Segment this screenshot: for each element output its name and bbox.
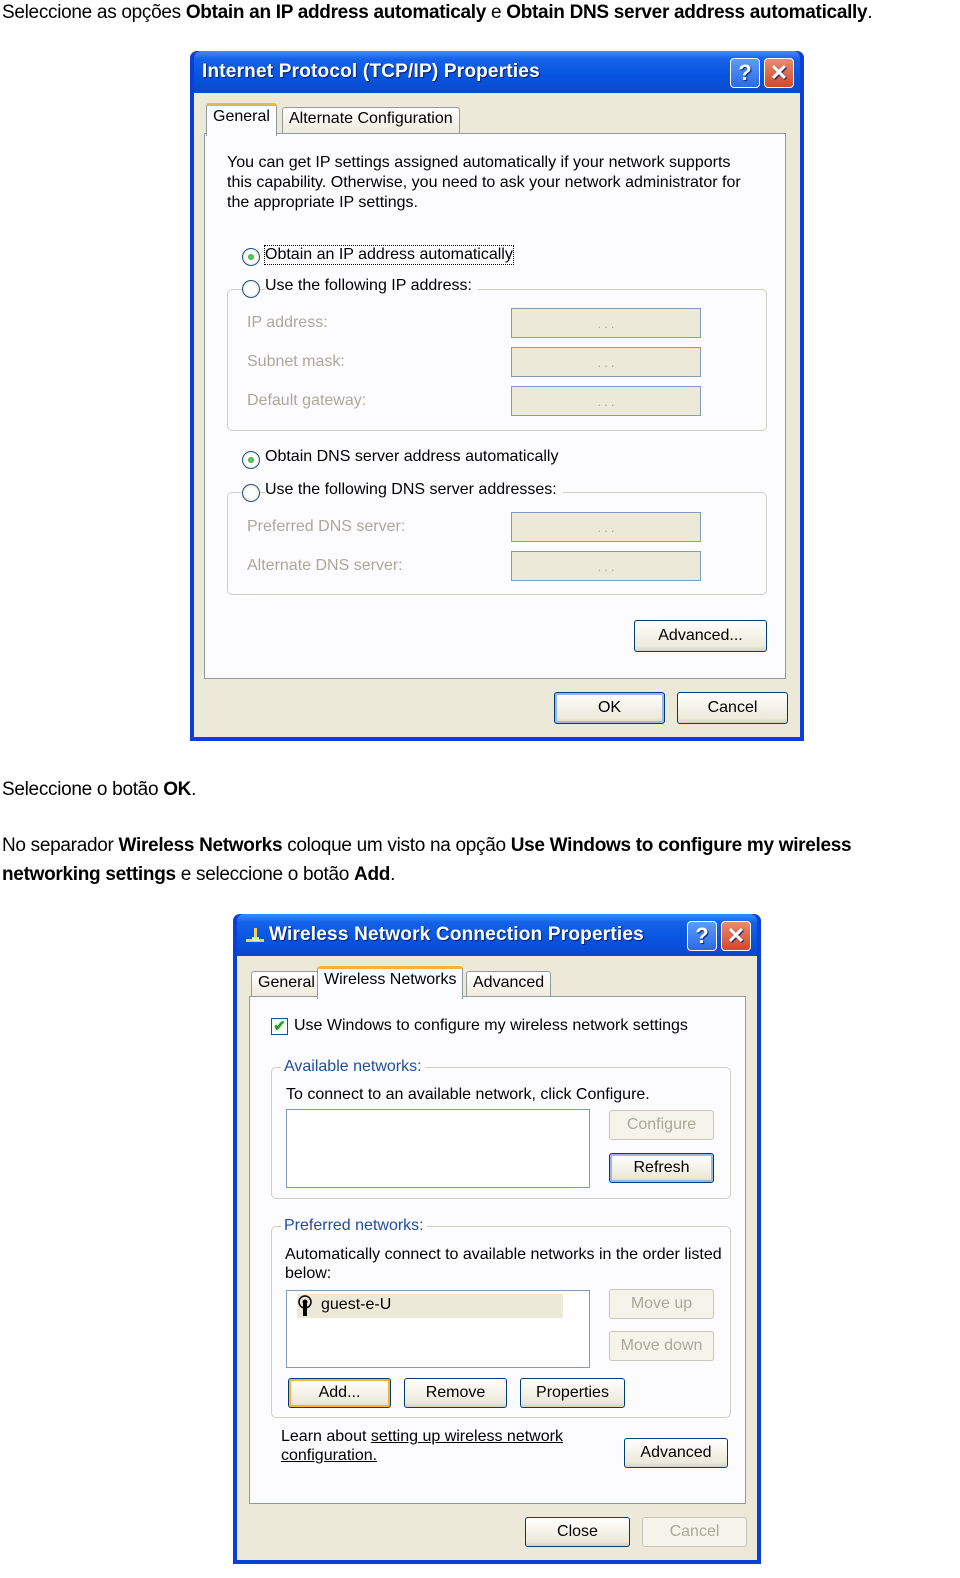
- tab-panel-wireless-networks: ✔ Use Windows to configure my wireless n…: [249, 996, 746, 1504]
- cancel-button[interactable]: Cancel: [677, 692, 788, 724]
- emphasis: Obtain an IP address automaticaly: [185, 2, 487, 23]
- close-icon[interactable]: ✕: [764, 58, 794, 88]
- preferred-networks-hint: Automatically connect to available netwo…: [285, 1245, 722, 1283]
- help-icon[interactable]: ?: [730, 58, 760, 88]
- wireless-config-link-cont[interactable]: configuration.: [281, 1447, 377, 1464]
- preferred-networks-label: Preferred networks:: [281, 1217, 427, 1235]
- refresh-button[interactable]: Refresh: [609, 1153, 714, 1183]
- text: Seleccione o botão: [2, 779, 164, 800]
- tab-general[interactable]: General: [206, 103, 277, 136]
- text: e seleccione o botão: [175, 864, 355, 885]
- tab-general[interactable]: General: [251, 971, 322, 999]
- wireless-properties-dialog: Wireless Network Connection Properties ?…: [233, 914, 761, 1564]
- hint-line: Automatically connect to available netwo…: [285, 1246, 722, 1263]
- preferred-networks-list[interactable]: guest-e-U: [286, 1290, 590, 1368]
- use-following-dns-radio[interactable]: [242, 484, 260, 502]
- use-windows-checkbox[interactable]: ✔: [271, 1018, 288, 1035]
- dialog-client: General Wireless Networks Advanced ✔ Use…: [237, 956, 757, 1560]
- close-button[interactable]: Close: [525, 1517, 630, 1547]
- title-bar[interactable]: Wireless Network Connection Properties ?…: [237, 914, 757, 956]
- ip-address-label: IP address:: [247, 314, 328, 331]
- instruction-paragraph-1: Seleccione as opções Obtain an IP addres…: [2, 0, 873, 27]
- emphasis: Add: [354, 864, 391, 885]
- text: .: [191, 779, 197, 800]
- text: .: [867, 2, 873, 23]
- description-line: this capability. Otherwise, you need to …: [227, 174, 741, 191]
- ip-value: . . .: [597, 317, 615, 331]
- tab-panel-general: You can get IP settings assigned automat…: [204, 133, 786, 679]
- add-button[interactable]: Add...: [288, 1378, 391, 1408]
- use-windows-label[interactable]: Use Windows to configure my wireless net…: [294, 1017, 688, 1035]
- learn-prefix: Learn about: [281, 1428, 371, 1445]
- text: No separador: [2, 835, 119, 856]
- preferred-dns-field[interactable]: . . .: [511, 512, 701, 542]
- description-line: You can get IP settings assigned automat…: [227, 154, 731, 171]
- obtain-dns-auto-radio[interactable]: [242, 451, 260, 469]
- advanced-button[interactable]: Advanced: [624, 1438, 728, 1468]
- configure-button[interactable]: Configure: [609, 1110, 714, 1140]
- ip-value: . . .: [597, 395, 615, 409]
- ip-value: . . .: [597, 356, 615, 370]
- dialog-title: Internet Protocol (TCP/IP) Properties: [202, 61, 540, 82]
- wireless-config-link[interactable]: setting up wireless network: [371, 1428, 563, 1445]
- subnet-mask-field[interactable]: . . .: [511, 347, 701, 377]
- preferred-dns-label: Preferred DNS server:: [247, 518, 406, 535]
- available-networks-label: Available networks:: [281, 1058, 425, 1076]
- tcpip-properties-dialog: Internet Protocol (TCP/IP) Properties ? …: [190, 51, 804, 741]
- list-item[interactable]: guest-e-U: [297, 1294, 563, 1318]
- dialog-title: Wireless Network Connection Properties: [269, 924, 644, 945]
- available-networks-list[interactable]: [286, 1109, 590, 1188]
- default-gateway-field[interactable]: . . .: [511, 386, 701, 416]
- use-following-dns-label[interactable]: Use the following DNS server addresses:: [265, 481, 563, 499]
- title-bar[interactable]: Internet Protocol (TCP/IP) Properties ? …: [194, 51, 800, 93]
- dialog-client: General Alternate Configuration You can …: [194, 93, 800, 737]
- default-gateway-label: Default gateway:: [247, 392, 367, 409]
- remove-button[interactable]: Remove: [404, 1378, 507, 1408]
- tab-advanced[interactable]: Advanced: [466, 971, 552, 999]
- tab-wireless-networks[interactable]: Wireless Networks: [317, 966, 464, 999]
- learn-about-text: Learn about setting up wireless network …: [281, 1427, 563, 1465]
- properties-button[interactable]: Properties: [520, 1378, 625, 1408]
- obtain-ip-auto-label[interactable]: Obtain an IP address automatically: [264, 245, 514, 265]
- emphasis: Wireless Networks: [118, 835, 283, 856]
- move-up-button[interactable]: Move up: [609, 1289, 714, 1319]
- description-line: the appropriate IP settings.: [227, 194, 418, 211]
- alternate-dns-label: Alternate DNS server:: [247, 557, 403, 574]
- hint-line: below:: [285, 1265, 332, 1282]
- ok-button[interactable]: OK: [554, 692, 665, 724]
- text: coloque um visto na opção: [282, 835, 511, 856]
- emphasis: Obtain DNS server address automatically: [506, 2, 868, 23]
- alternate-dns-field[interactable]: . . .: [511, 551, 701, 581]
- move-down-button[interactable]: Move down: [609, 1331, 714, 1361]
- close-icon[interactable]: ✕: [721, 921, 751, 951]
- network-connection-icon: [245, 928, 265, 944]
- instruction-paragraph-2: Seleccione o botão OK.: [2, 775, 196, 804]
- use-following-ip-radio[interactable]: [242, 280, 260, 298]
- text: e: [486, 2, 507, 23]
- obtain-dns-auto-label[interactable]: Obtain DNS server address automatically: [265, 448, 558, 466]
- ip-value: . . .: [597, 521, 615, 535]
- emphasis: OK: [163, 779, 192, 800]
- tab-alternate-configuration[interactable]: Alternate Configuration: [282, 107, 460, 135]
- cancel-button[interactable]: Cancel: [642, 1517, 747, 1547]
- use-following-ip-label[interactable]: Use the following IP address:: [265, 277, 478, 295]
- available-networks-hint: To connect to an available network, clic…: [286, 1086, 650, 1103]
- subnet-mask-label: Subnet mask:: [247, 353, 345, 370]
- help-icon[interactable]: ?: [687, 921, 717, 951]
- text: .: [390, 864, 396, 885]
- obtain-ip-auto-radio[interactable]: [242, 248, 260, 266]
- ip-value: . . .: [597, 560, 615, 574]
- ip-address-field[interactable]: . . .: [511, 308, 701, 338]
- advanced-button[interactable]: Advanced...: [634, 620, 767, 652]
- text: Seleccione as opções: [2, 2, 186, 23]
- wireless-antenna-icon: [297, 1295, 313, 1322]
- instruction-paragraph-3: No separador Wireless Networks coloque u…: [2, 831, 942, 889]
- description-text: You can get IP settings assigned automat…: [227, 153, 741, 213]
- network-name: guest-e-U: [321, 1296, 392, 1313]
